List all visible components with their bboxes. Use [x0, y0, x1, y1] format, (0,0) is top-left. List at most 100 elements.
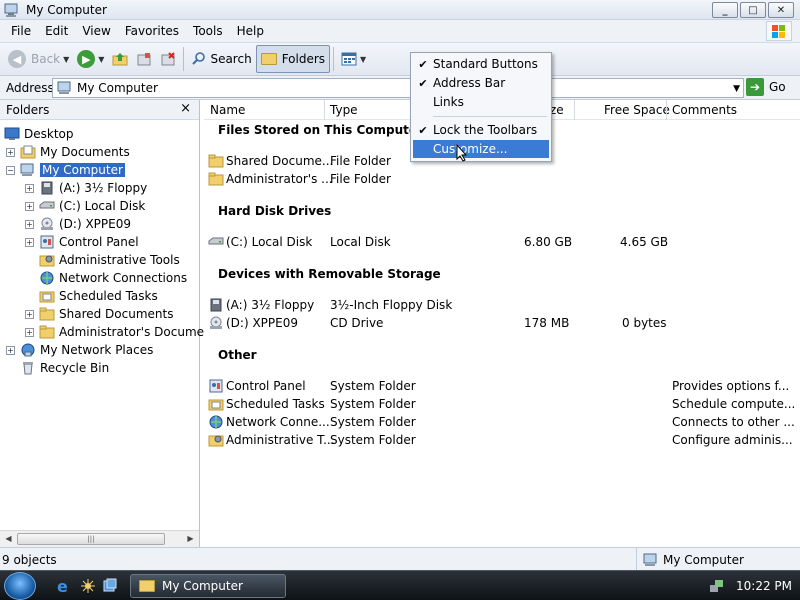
menu-item-lock-toolbars[interactable]: ✔ Lock the Toolbars — [413, 121, 549, 139]
status-location-label: My Computer — [663, 552, 744, 567]
tree-item-desktop[interactable]: Desktop — [4, 125, 74, 143]
menu-help[interactable]: Help — [230, 20, 271, 42]
search-label: Search — [210, 52, 252, 66]
list-item-network-connections[interactable]: Network Conne... System Folder Connects … — [204, 413, 800, 431]
list-item-control-panel[interactable]: Control Panel System Folder Provides opt… — [204, 377, 800, 395]
menu-item-address-bar[interactable]: ✔ Address Bar — [413, 74, 549, 92]
menu-tools[interactable]: Tools — [186, 20, 230, 42]
folders-icon — [260, 53, 277, 65]
column-divider[interactable] — [574, 100, 575, 120]
toolbar-separator — [183, 47, 185, 71]
expand-icon[interactable]: + — [6, 147, 15, 157]
item-type: File Folder — [330, 154, 391, 168]
chevron-down-icon: ▼ — [360, 54, 367, 64]
expand-icon[interactable]: + — [25, 201, 34, 211]
tree-item-administrators-documents[interactable]: + Administrator's Documer — [25, 323, 209, 341]
checkmark-icon: ✔ — [418, 76, 428, 90]
scrollbar-thumb[interactable]: ||| — [17, 533, 165, 545]
menu-file[interactable]: File — [4, 20, 38, 42]
forward-button[interactable]: ▶ ▼ — [73, 45, 108, 73]
column-header-comments[interactable]: Comments — [672, 103, 737, 117]
tree-item-shared-documents[interactable]: + Shared Documents — [25, 305, 173, 323]
up-button[interactable] — [108, 45, 132, 73]
internet-explorer-icon[interactable]: e — [56, 577, 72, 596]
horizontal-scrollbar[interactable]: ◀ ||| ▶ — [0, 530, 199, 547]
search-icon — [191, 52, 207, 66]
folder-icon — [139, 580, 155, 592]
column-divider[interactable] — [324, 100, 325, 120]
menu-item-customize[interactable]: Customize... — [413, 140, 549, 158]
go-label: Go — [769, 80, 786, 94]
column-header-name[interactable]: Name — [210, 103, 245, 117]
tree-item-local-disk[interactable]: + (C:) Local Disk — [25, 197, 145, 215]
menu-edit[interactable]: Edit — [38, 20, 75, 42]
search-button[interactable]: Search — [187, 45, 255, 73]
tree-item-scheduled-tasks[interactable]: Scheduled Tasks — [25, 287, 158, 305]
column-header-type[interactable]: Type — [330, 103, 358, 117]
start-button[interactable] — [4, 572, 36, 600]
address-input[interactable]: My Computer ▼ — [52, 78, 744, 98]
tree-item-network-connections[interactable]: Network Connections — [25, 269, 187, 287]
recycle-bin-icon — [20, 361, 36, 375]
tree-item-my-computer[interactable]: − My Computer — [6, 161, 125, 179]
maximize-button[interactable]: □ — [740, 2, 766, 18]
show-desktop-icon[interactable] — [80, 578, 96, 594]
expand-icon[interactable]: + — [25, 219, 34, 229]
column-header-free-space[interactable]: Free Space — [604, 103, 670, 117]
column-divider[interactable] — [666, 100, 667, 120]
expand-icon[interactable]: + — [25, 309, 34, 319]
menu-item-standard-buttons[interactable]: ✔ Standard Buttons — [413, 55, 549, 73]
item-type: 3½-Inch Floppy Disk — [330, 298, 453, 312]
taskbar-window-my-computer[interactable]: My Computer — [130, 574, 286, 598]
group-header-removable-storage: Devices with Removable Storage — [218, 267, 441, 281]
list-item-local-disk[interactable]: (C:) Local Disk Local Disk 6.80 GB 4.65 … — [204, 233, 800, 251]
back-button[interactable]: ◀ Back ▼ — [4, 45, 73, 73]
checkmark-icon: ✔ — [418, 123, 428, 137]
go-button[interactable]: ➔ Go — [746, 78, 786, 96]
tree-item-recycle-bin[interactable]: Recycle Bin — [6, 359, 109, 377]
expand-icon[interactable]: + — [6, 345, 15, 355]
expand-icon[interactable]: + — [25, 327, 34, 337]
administrative-tools-icon — [39, 253, 55, 267]
tree-item-my-documents[interactable]: + My Documents — [6, 143, 130, 161]
clock[interactable]: 10:22 PM — [736, 579, 792, 593]
close-button[interactable]: ✕ — [768, 2, 794, 18]
delete-button[interactable] — [156, 45, 180, 73]
menu-view[interactable]: View — [75, 20, 117, 42]
list-item-cd-drive[interactable]: (D:) XPPE09 CD Drive 178 MB 0 bytes — [204, 314, 800, 332]
close-icon[interactable]: × — [180, 101, 191, 116]
views-button[interactable]: ▼ — [337, 45, 370, 73]
floppy-icon — [39, 181, 55, 195]
list-item-administrators-documents[interactable]: Administrator's ... File Folder — [204, 170, 800, 188]
collapse-icon[interactable]: − — [6, 165, 15, 175]
column-header-size[interactable]: ze — [550, 103, 564, 117]
chevron-down-icon: ▼ — [98, 54, 105, 64]
chevron-down-icon: ▼ — [63, 54, 70, 64]
tree-item-control-panel[interactable]: + Control Panel — [25, 233, 139, 251]
tree-item-floppy[interactable]: + (A:) 3½ Floppy — [25, 179, 147, 197]
menu-favorites[interactable]: Favorites — [118, 20, 186, 42]
item-comment: Connects to other ... — [672, 415, 795, 429]
taskbar: e My Computer 10:22 PM — [0, 570, 800, 600]
tree-item-cd-drive[interactable]: + (D:) XPPE09 — [25, 215, 131, 233]
list-item-scheduled-tasks[interactable]: Scheduled Tasks System Folder Schedule c… — [204, 395, 800, 413]
expand-icon[interactable]: + — [25, 183, 34, 193]
scroll-left-icon[interactable]: ◀ — [1, 532, 16, 546]
expand-icon[interactable]: + — [25, 237, 34, 247]
title-bar: My Computer _ □ ✕ — [0, 0, 800, 20]
checkmark-icon: ✔ — [418, 57, 428, 71]
move-to-button[interactable] — [132, 45, 156, 73]
tree-item-administrative-tools[interactable]: Administrative Tools — [25, 251, 180, 269]
minimize-button[interactable]: _ — [712, 2, 738, 18]
chevron-down-icon[interactable]: ▼ — [733, 84, 740, 94]
switch-windows-icon[interactable] — [102, 578, 118, 594]
scroll-right-icon[interactable]: ▶ — [183, 532, 198, 546]
menu-separator — [433, 116, 547, 117]
menu-item-links[interactable]: Links — [413, 93, 549, 111]
list-item-floppy[interactable]: (A:) 3½ Floppy 3½-Inch Floppy Disk — [204, 296, 800, 314]
folders-button[interactable]: Folders — [255, 45, 331, 73]
forward-arrow-icon: ▶ — [77, 50, 96, 68]
list-item-administrative-tools[interactable]: Administrative T... System Folder Config… — [204, 431, 800, 449]
network-tray-icon[interactable] — [708, 579, 724, 593]
tree-item-my-network-places[interactable]: + My Network Places — [6, 341, 153, 359]
